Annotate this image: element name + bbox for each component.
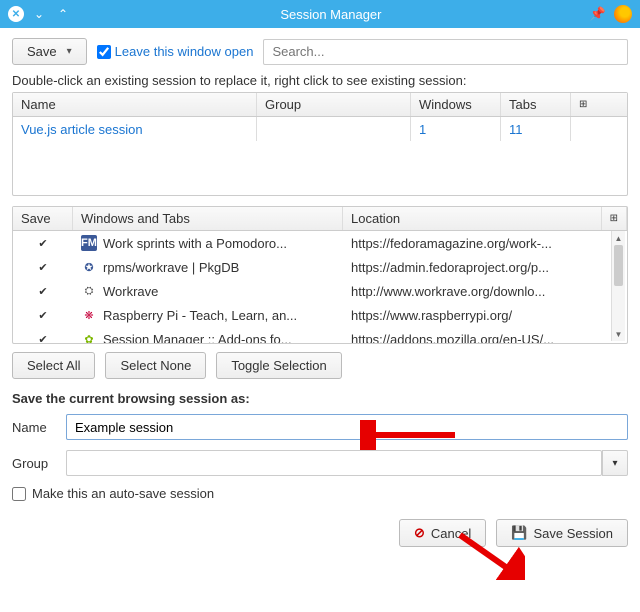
tab-save-check[interactable]: ✔	[13, 304, 73, 326]
close-icon[interactable]: ✕	[8, 6, 24, 22]
column-picker-icon[interactable]: ⊞	[602, 207, 627, 230]
col-header-windows[interactable]: Windows	[411, 93, 501, 116]
session-tabs-cell: 11	[501, 117, 571, 141]
leave-window-open-input[interactable]	[97, 45, 111, 59]
col-header-name[interactable]: Name	[13, 93, 257, 116]
tab-title-cell: ✿Session Manager :: Add-ons fo...	[73, 328, 343, 343]
sessions-table: Name Group Windows Tabs ⊞ Vue.js article…	[12, 92, 628, 196]
firefox-icon	[614, 5, 632, 23]
leave-window-open-checkbox[interactable]: Leave this window open	[97, 44, 254, 59]
col-header-group[interactable]: Group	[257, 93, 411, 116]
tab-save-check[interactable]: ✔	[13, 232, 73, 254]
group-label: Group	[12, 456, 66, 471]
save-dropdown-button[interactable]: Save ▾	[12, 38, 87, 65]
tab-location-cell: https://admin.fedoraproject.org/p...	[343, 256, 627, 278]
tab-row[interactable]: ✔✪rpms/workrave | PkgDBhttps://admin.fed…	[13, 255, 627, 279]
column-picker-icon[interactable]: ⊞	[571, 93, 595, 116]
window-title: Session Manager	[72, 7, 590, 22]
col-header-windows-tabs[interactable]: Windows and Tabs	[73, 207, 343, 230]
tab-save-check[interactable]: ✔	[13, 256, 73, 278]
select-none-button[interactable]: Select None	[105, 352, 206, 379]
tab-save-check[interactable]: ✔	[13, 328, 73, 343]
tab-location-cell: http://www.workrave.org/downlo...	[343, 280, 627, 302]
tab-title-cell: FMWork sprints with a Pomodoro...	[73, 232, 343, 254]
pin-icon[interactable]: 📌	[590, 6, 606, 22]
autosave-checkbox[interactable]	[12, 487, 26, 501]
scrollbar[interactable]: ▲ ▼	[611, 231, 625, 341]
scroll-up-icon[interactable]: ▲	[612, 231, 625, 245]
session-row[interactable]: Vue.js article session 1 11	[13, 117, 627, 141]
tab-row[interactable]: ✔✿Session Manager :: Add-ons fo...https:…	[13, 327, 627, 343]
sessions-header: Name Group Windows Tabs ⊞	[13, 93, 627, 117]
chevron-down-icon[interactable]: ⌄	[30, 5, 48, 23]
leave-window-open-label[interactable]: Leave this window open	[115, 44, 254, 59]
group-dropdown-button[interactable]: ▾	[602, 450, 628, 476]
chevron-up-icon[interactable]: ⌃	[54, 5, 72, 23]
search-input[interactable]	[263, 39, 628, 65]
toggle-selection-button[interactable]: Toggle Selection	[216, 352, 341, 379]
tab-title-cell: ❋Raspberry Pi - Teach, Learn, an...	[73, 304, 343, 326]
col-header-location[interactable]: Location	[343, 207, 602, 230]
session-group-cell	[257, 117, 411, 141]
session-windows-cell: 1	[411, 117, 501, 141]
tab-title-cell: ⛭Workrave	[73, 280, 343, 302]
autosave-label[interactable]: Make this an auto-save session	[32, 486, 214, 501]
col-header-save[interactable]: Save	[13, 207, 73, 230]
save-session-heading: Save the current browsing session as:	[12, 391, 628, 406]
session-name-input[interactable]	[66, 414, 628, 440]
cancel-icon: ⊘	[414, 525, 425, 541]
select-all-button[interactable]: Select All	[12, 352, 95, 379]
scroll-down-icon[interactable]: ▼	[612, 327, 625, 341]
session-name-cell: Vue.js article session	[13, 117, 257, 141]
chevron-down-icon: ▾	[67, 46, 72, 57]
instruction-text: Double-click an existing session to repl…	[12, 73, 628, 88]
save-icon: 💾	[511, 525, 527, 541]
tab-row[interactable]: ✔❋Raspberry Pi - Teach, Learn, an...http…	[13, 303, 627, 327]
tab-location-cell: https://fedoramagazine.org/work-...	[343, 232, 627, 254]
cancel-button[interactable]: ⊘ Cancel	[399, 519, 486, 547]
scroll-thumb[interactable]	[614, 245, 623, 286]
tab-row[interactable]: ✔⛭Workravehttp://www.workrave.org/downlo…	[13, 279, 627, 303]
tab-save-check[interactable]: ✔	[13, 280, 73, 302]
tab-location-cell: https://www.raspberrypi.org/	[343, 304, 627, 326]
window-titlebar: ✕ ⌄ ⌃ Session Manager 📌	[0, 0, 640, 28]
col-header-tabs[interactable]: Tabs	[501, 93, 571, 116]
tab-location-cell: https://addons.mozilla.org/en-US/...	[343, 328, 627, 343]
tab-row[interactable]: ✔FMWork sprints with a Pomodoro...https:…	[13, 231, 627, 255]
tabs-table: Save Windows and Tabs Location ⊞ ✔FMWork…	[12, 206, 628, 344]
save-session-button[interactable]: 💾 Save Session	[496, 519, 628, 547]
session-group-input[interactable]	[66, 450, 602, 476]
tab-title-cell: ✪rpms/workrave | PkgDB	[73, 256, 343, 278]
name-label: Name	[12, 420, 66, 435]
tabs-header: Save Windows and Tabs Location ⊞	[13, 207, 627, 231]
